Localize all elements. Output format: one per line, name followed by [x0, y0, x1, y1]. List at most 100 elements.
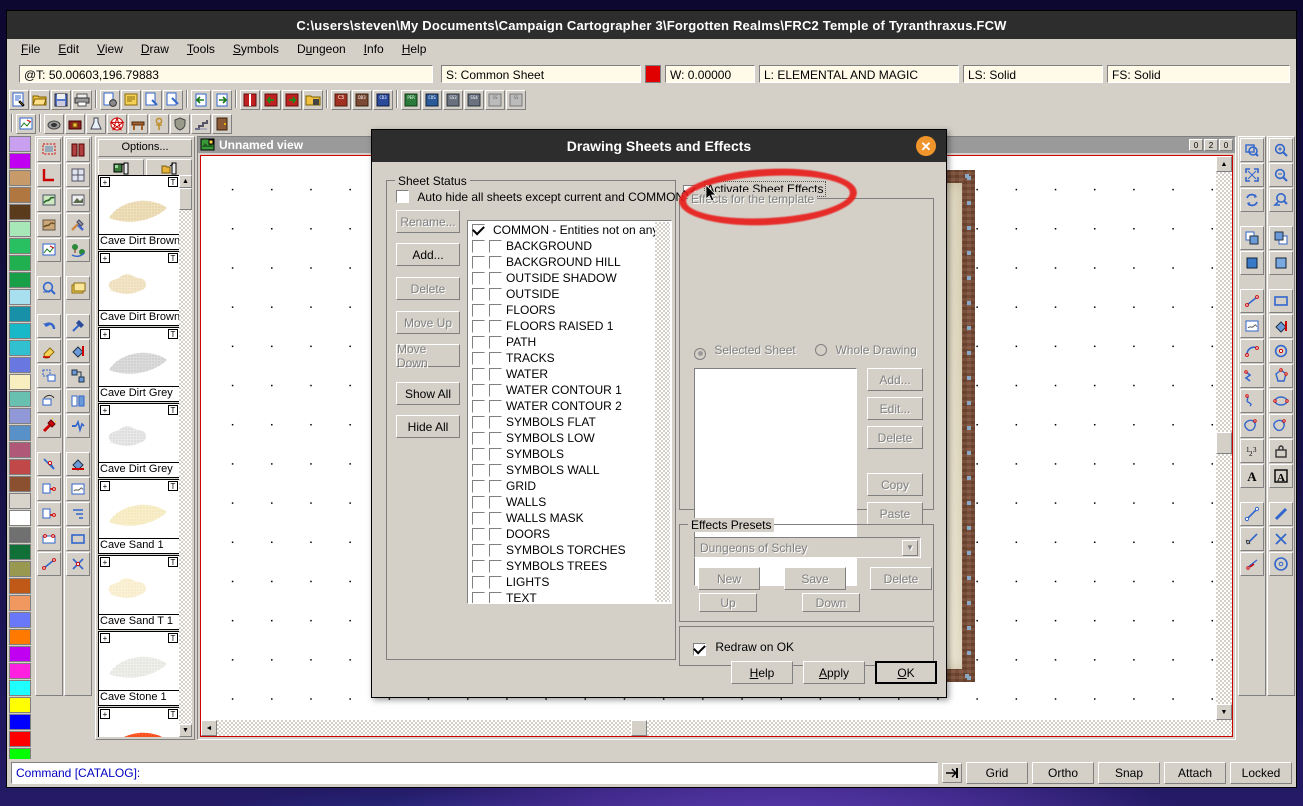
blob-tool[interactable] — [1269, 414, 1293, 438]
sheet-visible-checkbox[interactable] — [472, 303, 485, 317]
command-history-icon[interactable] — [942, 763, 962, 783]
palette-color-23[interactable] — [9, 527, 31, 543]
redraw-tool[interactable] — [1240, 188, 1264, 212]
ss3-icon[interactable]: SS3 — [443, 90, 463, 110]
preset-delete-button[interactable]: Delete — [870, 567, 932, 590]
sheet-visible-checkbox[interactable] — [472, 415, 485, 429]
sheet-list-row[interactable]: SYMBOLS — [468, 446, 655, 462]
send-to-back-tool[interactable] — [1269, 226, 1293, 250]
palette-color-16[interactable] — [9, 408, 31, 424]
sheet-visible-checkbox[interactable] — [472, 591, 485, 603]
fill-pattern-tool[interactable] — [1269, 251, 1293, 275]
sheet-effects-checkbox[interactable] — [489, 287, 502, 301]
main-toolbar-row-1[interactable]: C3 DD3 CD3 PER COS SS3 SS4 SS SS — [7, 88, 1296, 112]
hill-tool[interactable] — [66, 188, 90, 212]
line-tool[interactable] — [1240, 289, 1264, 313]
linestyle-field[interactable]: LS: Solid — [963, 65, 1103, 83]
fractal-tool[interactable] — [1240, 414, 1264, 438]
sheet-list-row[interactable]: OUTSIDE — [468, 286, 655, 302]
terrain-tool[interactable] — [37, 188, 61, 212]
toggle-ortho[interactable]: Ortho — [1032, 762, 1094, 784]
sheet-list-row[interactable]: PATH — [468, 334, 655, 350]
sheet-movedown-button[interactable]: Move Down — [396, 342, 460, 370]
sheet-list-row[interactable]: FLOORS — [468, 302, 655, 318]
sheet-visible-checkbox[interactable] — [472, 399, 485, 413]
vertical-toolbar-4[interactable]: A — [1267, 136, 1295, 696]
rectangle-node-tool[interactable] — [37, 527, 61, 551]
grid-tool[interactable] — [66, 163, 90, 187]
radio-selected-sheet[interactable] — [694, 347, 706, 360]
frame-tool[interactable] — [1269, 439, 1293, 463]
effects-add-button[interactable]: Add... — [867, 368, 923, 391]
palette-color-14[interactable] — [9, 374, 31, 390]
palette-color-21[interactable] — [9, 493, 31, 509]
sheet-list-scrollbar[interactable] — [655, 222, 670, 602]
effects-edit-button[interactable]: Edit... — [867, 397, 923, 420]
sheet-effects-checkbox[interactable] — [489, 383, 502, 397]
select-frame-tool[interactable] — [37, 138, 61, 162]
palette-color-10[interactable] — [9, 306, 31, 322]
delete-node-tool[interactable] — [66, 552, 90, 576]
explode-tool[interactable] — [37, 414, 61, 438]
sheet-effects-checkbox[interactable] — [489, 591, 502, 603]
extend-alt-tool[interactable] — [37, 502, 61, 526]
magic-symbols-icon[interactable] — [107, 114, 127, 134]
palette-color-6[interactable] — [9, 238, 31, 254]
sheet-effects-checkbox[interactable] — [489, 463, 502, 477]
sheet-showall-button[interactable]: Show All — [396, 382, 460, 405]
bring-to-front-tool[interactable] — [1240, 226, 1264, 250]
menu-bar[interactable]: File Edit View Draw Tools Symbols Dungeo… — [7, 39, 1296, 60]
sheet-effects-checkbox[interactable] — [489, 303, 502, 317]
layer-field[interactable]: L: ELEMENTAL AND MAGIC — [759, 65, 959, 83]
view-btn-close[interactable]: 0 — [1219, 139, 1233, 151]
sheet-visible-checkbox[interactable] — [472, 575, 485, 589]
sheet-visible-checkbox[interactable] — [472, 367, 485, 381]
wall-tool[interactable] — [66, 138, 90, 162]
sheet-list-row[interactable]: SYMBOLS TREES — [468, 558, 655, 574]
notes-icon[interactable] — [121, 90, 141, 110]
rectangle-tool[interactable] — [66, 527, 90, 551]
toggle-snap[interactable]: Snap — [1098, 762, 1160, 784]
file-properties-icon[interactable] — [100, 90, 120, 110]
print-icon[interactable] — [72, 90, 92, 110]
eyedropper-tool[interactable] — [66, 314, 90, 338]
sheet-list-row[interactable]: WALLS — [468, 494, 655, 510]
sheet-visible-checkbox[interactable] — [472, 543, 485, 557]
sheet-list-row[interactable]: BACKGROUND HILL — [468, 254, 655, 270]
palette-color-7[interactable] — [9, 255, 31, 271]
catalog-item[interactable]: + T Cave Sand 1 — [98, 479, 180, 554]
palette-color-30[interactable] — [9, 646, 31, 662]
canvas-hscroll-thumb[interactable] — [631, 720, 647, 736]
import-icon[interactable] — [261, 90, 281, 110]
offset-tool[interactable] — [1240, 527, 1264, 551]
trace-tool[interactable] — [66, 414, 90, 438]
multipoly-tool[interactable]: 123 — [1240, 439, 1264, 463]
palette-color-20[interactable] — [9, 476, 31, 492]
flask-symbols-icon[interactable] — [86, 114, 106, 134]
box-tool[interactable] — [1269, 289, 1293, 313]
sheet-effects-checkbox[interactable] — [489, 399, 502, 413]
color-tools[interactable] — [66, 452, 90, 476]
menu-item-symbols[interactable]: Symbols — [233, 42, 279, 56]
group-tool[interactable] — [66, 364, 90, 388]
menu-item-help[interactable]: Help — [402, 42, 427, 56]
catalog-item-expand-icon[interactable]: + — [100, 709, 110, 719]
palette-color-28[interactable] — [9, 612, 31, 628]
sheet-list-row[interactable]: WATER CONTOUR 2 — [468, 398, 655, 414]
effects-copy-button[interactable]: Copy — [867, 473, 923, 496]
auto-hide-row[interactable]: Auto hide all sheets except current and … — [396, 190, 684, 204]
width-field[interactable]: W: 0.00000 — [665, 65, 755, 83]
polygon-fill-tool[interactable] — [1269, 314, 1293, 338]
catalog-item-text-icon[interactable]: T — [168, 633, 178, 643]
dd3-icon[interactable]: DD3 — [352, 90, 372, 110]
apply-button[interactable]: Apply — [803, 661, 865, 684]
zoom-extents-tool[interactable] — [1240, 163, 1264, 187]
sheet-visible-checkbox[interactable] — [472, 463, 485, 477]
catalog-item[interactable]: + T Cave Dirt Brown — [98, 175, 180, 250]
preset-new-button[interactable]: New — [698, 567, 760, 590]
menu-item-draw[interactable]: Draw — [141, 42, 169, 56]
sheet-effects-checkbox[interactable] — [489, 255, 502, 269]
sheet-visible-checkbox[interactable] — [472, 479, 485, 493]
catalog-item-expand-icon[interactable]: + — [100, 329, 110, 339]
palette-color-11[interactable] — [9, 323, 31, 339]
